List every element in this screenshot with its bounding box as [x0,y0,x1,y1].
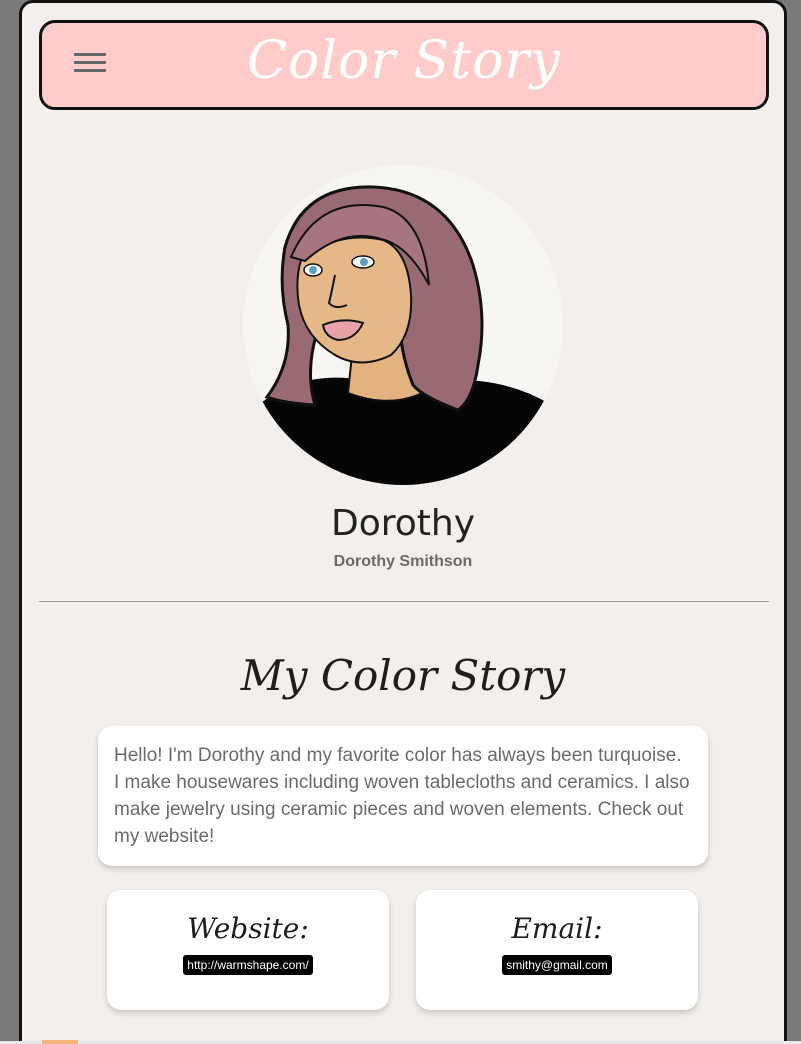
website-label: Website: [187,912,309,945]
app-title: Color Story [247,31,561,91]
website-link[interactable]: http://warmshape.com/ [183,955,313,975]
email-label: Email: [511,912,603,945]
header-bar: Color Story [39,20,769,110]
bio-card: Hello! I'm Dorothy and my favorite color… [98,726,708,866]
app-frame: Color Story Dorothy Dorothy Smithson My … [19,0,787,1044]
website-card: Website: http://warmshape.com/ [107,890,389,1010]
divider [39,601,769,602]
full-name: Dorothy Smithson [333,553,473,570]
section-title: My Color Story [240,651,566,700]
bio-text: Hello! I'm Dorothy and my favorite color… [114,745,690,847]
avatar [243,165,563,485]
email-card: Email: smithy@gmail.com [416,890,698,1010]
avatar-illustration [243,185,563,485]
email-link[interactable]: smithy@gmail.com [502,955,612,975]
bottom-accent [42,1040,78,1044]
display-name: Dorothy [330,503,476,544]
